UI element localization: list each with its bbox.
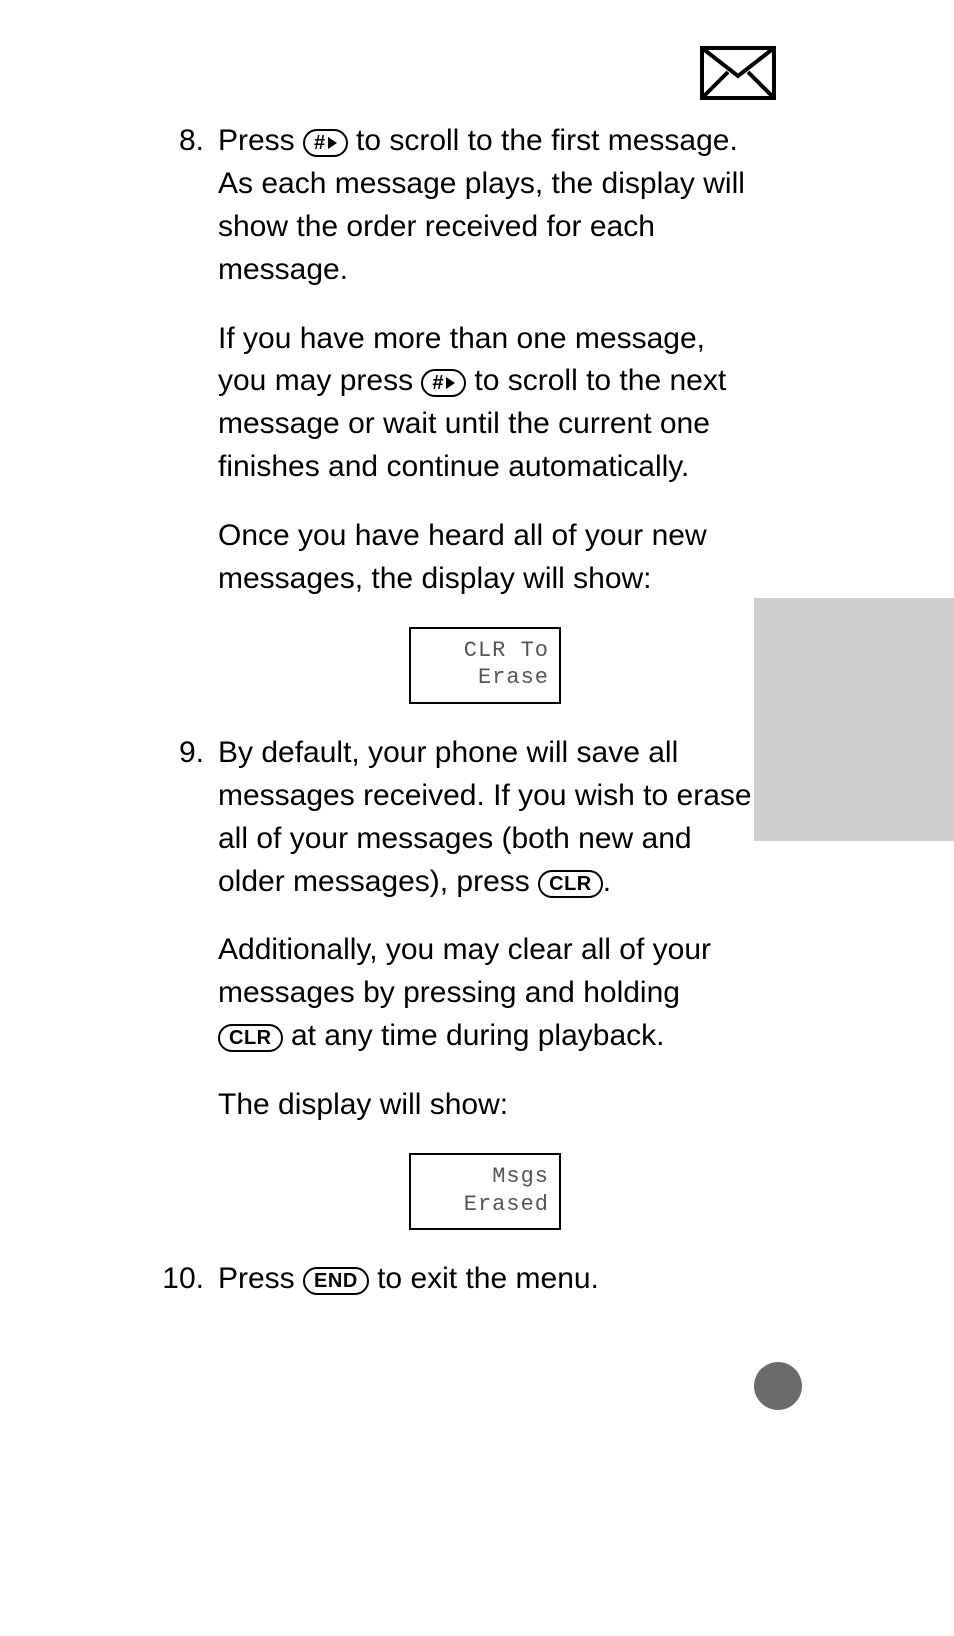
lcd-display: Msgs Erased xyxy=(409,1153,561,1230)
clr-key-icon: CLR xyxy=(538,870,603,898)
hash-key-icon: # xyxy=(421,369,466,397)
hash-key-icon: # xyxy=(303,129,348,157)
step-paragraph: The display will show: xyxy=(218,1084,752,1127)
step-paragraph: If you have more than one message, you m… xyxy=(218,318,752,490)
thumb-tab xyxy=(754,598,954,841)
lcd-display: CLR To Erase xyxy=(409,627,561,704)
step-9: 9. By default, your phone will save all … xyxy=(152,732,752,1258)
step-number: 9. xyxy=(152,732,218,775)
lcd-line: Erased xyxy=(421,1191,549,1219)
instruction-content: 8. Press # to scroll to the first messag… xyxy=(152,120,752,1327)
step-number: 10. xyxy=(152,1258,218,1301)
step-paragraph: Press # to scroll to the first message. … xyxy=(218,120,752,292)
end-key-icon: END xyxy=(303,1267,369,1295)
step-paragraph: Additionally, you may clear all of your … xyxy=(218,929,752,1058)
page-indicator-dot xyxy=(754,1362,802,1410)
envelope-icon xyxy=(700,46,776,100)
step-10: 10. Press END to exit the menu. xyxy=(152,1258,752,1327)
step-paragraph: Press END to exit the menu. xyxy=(218,1258,752,1301)
step-paragraph: Once you have heard all of your new mess… xyxy=(218,515,752,601)
clr-key-icon: CLR xyxy=(218,1024,283,1052)
lcd-line: CLR To xyxy=(421,637,549,665)
step-list: 8. Press # to scroll to the first messag… xyxy=(152,120,752,1327)
lcd-line: Msgs xyxy=(421,1163,549,1191)
step-paragraph: By default, your phone will save all mes… xyxy=(218,732,752,904)
step-8: 8. Press # to scroll to the first messag… xyxy=(152,120,752,732)
lcd-line: Erase xyxy=(421,664,549,692)
step-number: 8. xyxy=(152,120,218,163)
